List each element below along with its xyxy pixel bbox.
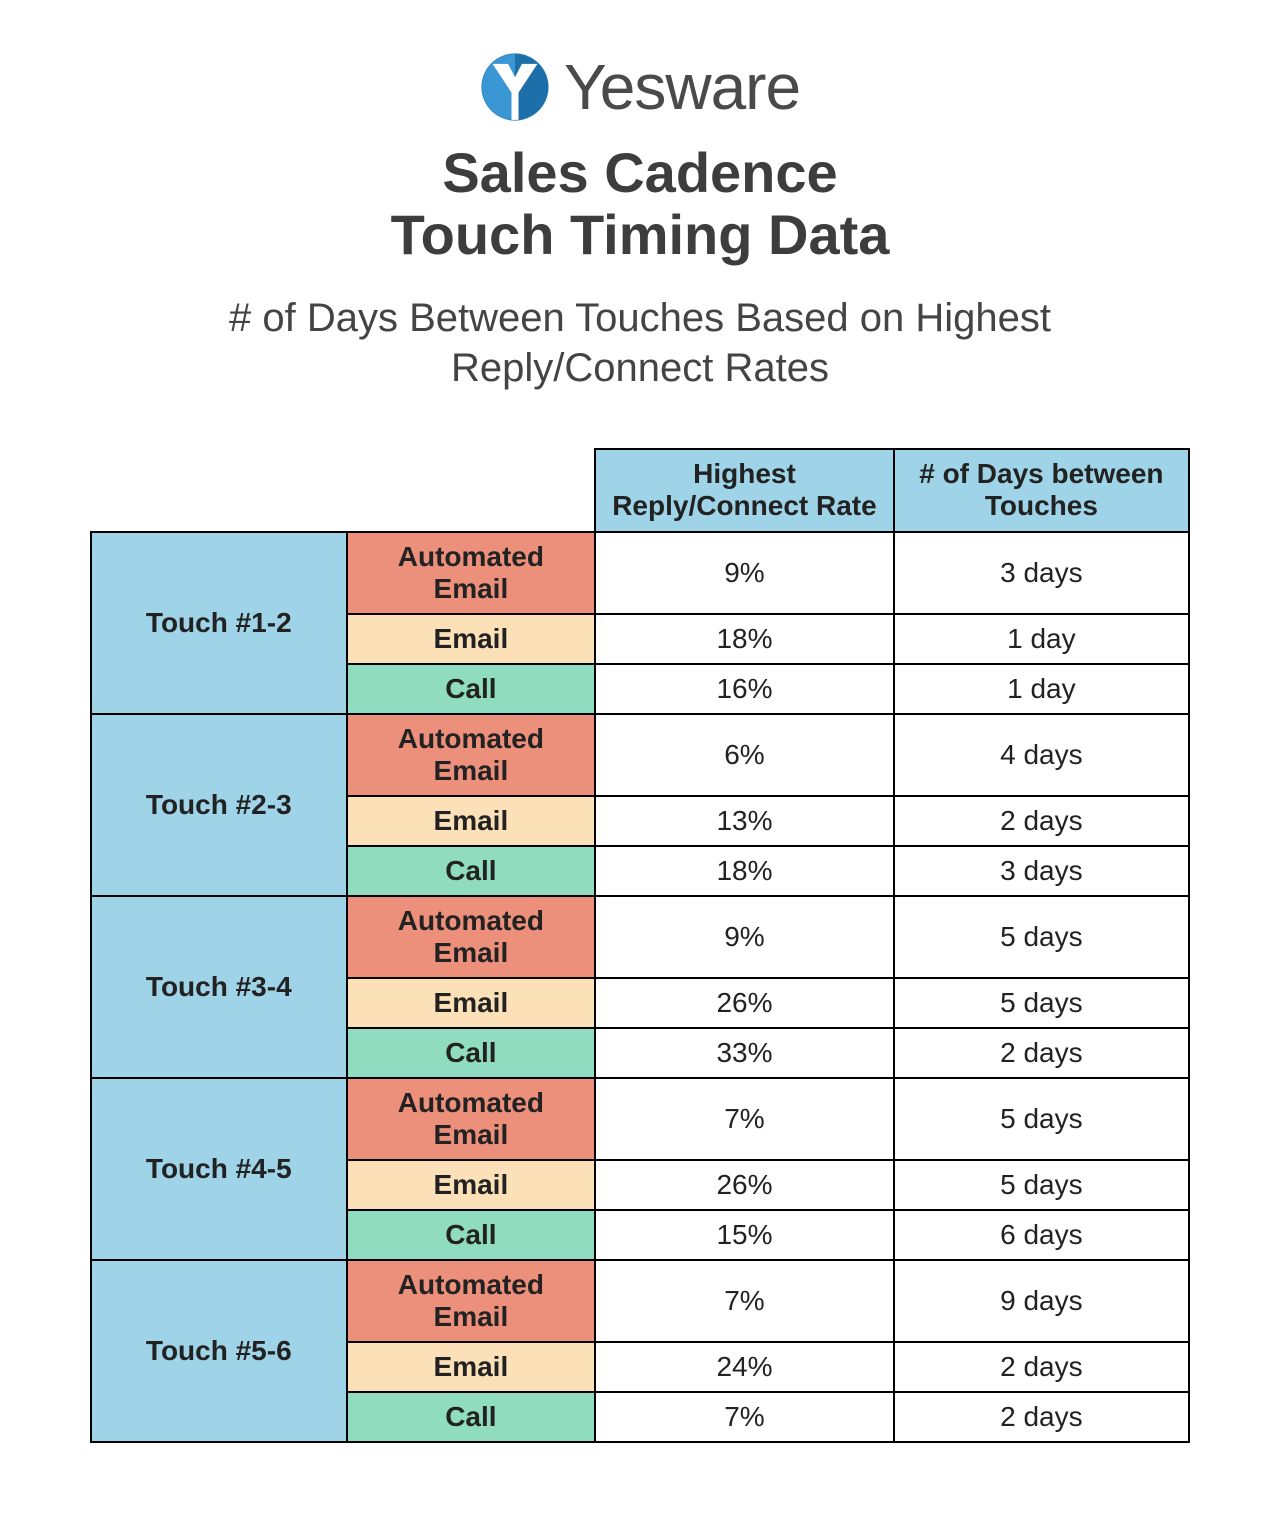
rate-value: 7% (595, 1392, 894, 1442)
page-subtitle: # of Days Between Touches Based on Highe… (140, 293, 1140, 393)
days-value: 9 days (894, 1260, 1189, 1342)
table-row: Touch #2-3Automated Email6%4 days (91, 714, 1189, 796)
channel-label: Call (347, 846, 596, 896)
channel-label: Call (347, 1028, 596, 1078)
days-value: 5 days (894, 978, 1189, 1028)
brand-logo: Yesware (60, 50, 1220, 124)
rate-value: 26% (595, 1160, 894, 1210)
rate-value: 18% (595, 846, 894, 896)
days-value: 3 days (894, 532, 1189, 614)
touch-group-label: Touch #4-5 (91, 1078, 347, 1260)
days-value: 4 days (894, 714, 1189, 796)
channel-label: Email (347, 614, 596, 664)
rate-value: 7% (595, 1260, 894, 1342)
channel-label: Automated Email (347, 896, 596, 978)
channel-label: Email (347, 978, 596, 1028)
rate-value: 18% (595, 614, 894, 664)
title-line-2: Touch Timing Data (391, 203, 890, 266)
channel-label: Automated Email (347, 1260, 596, 1342)
rate-value: 7% (595, 1078, 894, 1160)
table-row: Touch #3-4Automated Email9%5 days (91, 896, 1189, 978)
days-value: 5 days (894, 896, 1189, 978)
rate-value: 26% (595, 978, 894, 1028)
page-container: Yesware Sales Cadence Touch Timing Data … (0, 0, 1280, 1523)
brand-name: Yesware (564, 50, 800, 124)
touch-group-label: Touch #1-2 (91, 532, 347, 714)
rate-value: 6% (595, 714, 894, 796)
rate-value: 13% (595, 796, 894, 846)
channel-label: Automated Email (347, 714, 596, 796)
channel-label: Email (347, 1160, 596, 1210)
days-value: 3 days (894, 846, 1189, 896)
days-value: 2 days (894, 1392, 1189, 1442)
days-value: 6 days (894, 1210, 1189, 1260)
header-spacer (91, 449, 595, 531)
days-value: 5 days (894, 1078, 1189, 1160)
days-value: 2 days (894, 1342, 1189, 1392)
days-value: 2 days (894, 796, 1189, 846)
rate-value: 9% (595, 532, 894, 614)
channel-label: Automated Email (347, 532, 596, 614)
channel-label: Call (347, 1210, 596, 1260)
days-value: 1 day (894, 664, 1189, 714)
table-row: Touch #1-2Automated Email9%3 days (91, 532, 1189, 614)
col-header-rate: Highest Reply/Connect Rate (595, 449, 894, 531)
col-header-days: # of Days between Touches (894, 449, 1189, 531)
touch-group-label: Touch #3-4 (91, 896, 347, 1078)
cadence-table: Highest Reply/Connect Rate # of Days bet… (90, 448, 1190, 1442)
channel-label: Email (347, 796, 596, 846)
channel-label: Email (347, 1342, 596, 1392)
page-title: Sales Cadence Touch Timing Data (60, 142, 1220, 265)
channel-label: Call (347, 664, 596, 714)
yesware-logo-icon (480, 52, 550, 122)
touch-group-label: Touch #2-3 (91, 714, 347, 896)
rate-value: 24% (595, 1342, 894, 1392)
title-line-1: Sales Cadence (442, 141, 837, 204)
channel-label: Call (347, 1392, 596, 1442)
rate-value: 33% (595, 1028, 894, 1078)
touch-group-label: Touch #5-6 (91, 1260, 347, 1442)
header-row: Highest Reply/Connect Rate # of Days bet… (91, 449, 1189, 531)
rate-value: 9% (595, 896, 894, 978)
table-row: Touch #5-6Automated Email7%9 days (91, 1260, 1189, 1342)
days-value: 5 days (894, 1160, 1189, 1210)
days-value: 2 days (894, 1028, 1189, 1078)
rate-value: 15% (595, 1210, 894, 1260)
channel-label: Automated Email (347, 1078, 596, 1160)
table-row: Touch #4-5Automated Email7%5 days (91, 1078, 1189, 1160)
rate-value: 16% (595, 664, 894, 714)
days-value: 1 day (894, 614, 1189, 664)
